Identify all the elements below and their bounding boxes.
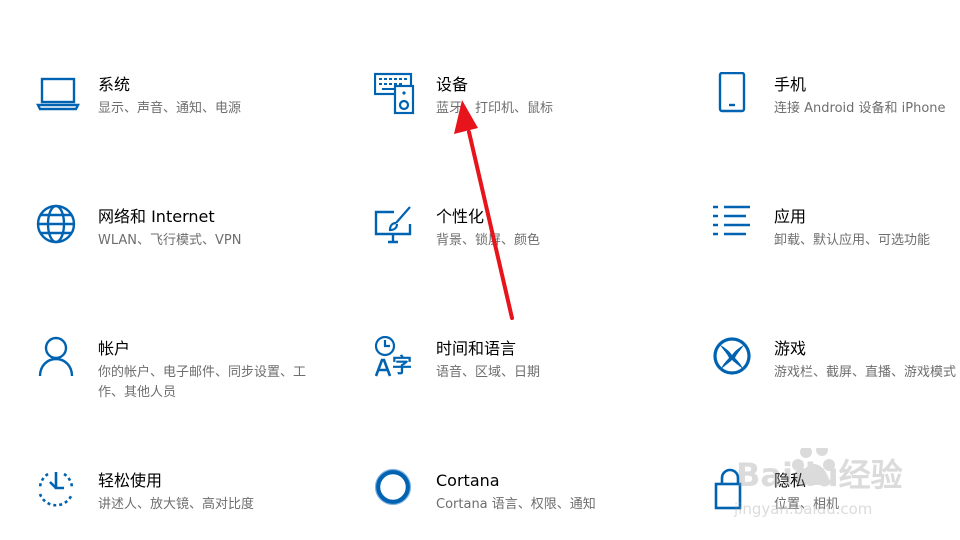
- svg-text:字: 字: [392, 353, 412, 377]
- tile-title: 时间和语言: [436, 339, 517, 358]
- tile-title: 轻松使用: [98, 471, 163, 490]
- tile-title: 隐私: [774, 471, 807, 490]
- phone-icon: [712, 72, 756, 116]
- tile-title: 系统: [98, 75, 131, 94]
- tile-description: Cortana 语言、权限、通知: [436, 497, 596, 512]
- xbox-icon: [712, 336, 756, 380]
- settings-tile-devices[interactable]: 设备 蓝牙、打印机、鼠标: [374, 72, 674, 132]
- settings-tile-accounts[interactable]: 帐户 你的帐户、电子邮件、同步设置、工作、其他人员: [36, 336, 336, 406]
- settings-tile-network[interactable]: 网络和 Internet WLAN、飞行模式、VPN: [36, 204, 336, 264]
- tile-title: 帐户: [98, 339, 131, 358]
- tile-description: 蓝牙、打印机、鼠标: [436, 101, 554, 116]
- tile-title: 手机: [774, 75, 807, 94]
- tile-title: 网络和 Internet: [98, 207, 215, 226]
- tile-description: 语音、区域、日期: [436, 365, 541, 380]
- tile-description: 显示、声音、通知、电源: [98, 101, 242, 116]
- tile-description: 卸载、默认应用、可选功能: [774, 233, 931, 248]
- keyboard-speaker-icon: [374, 72, 418, 116]
- tile-description: WLAN、飞行模式、VPN: [98, 233, 242, 248]
- person-icon: [36, 336, 80, 380]
- settings-tile-system[interactable]: 系统 显示、声音、通知、电源: [36, 72, 336, 132]
- globe-icon: [36, 204, 80, 248]
- tile-title: 个性化: [436, 207, 485, 226]
- tile-title: Cortana: [436, 471, 500, 490]
- time-language-icon: 字: [374, 336, 418, 380]
- tile-description: 讲述人、放大镜、高对比度: [98, 497, 255, 512]
- settings-tile-phone[interactable]: 手机 连接 Android 设备和 iPhone: [712, 72, 960, 132]
- tile-description: 位置、相机: [774, 497, 840, 512]
- tile-title: 设备: [436, 75, 469, 94]
- tile-title: 游戏: [774, 339, 807, 358]
- settings-tile-apps[interactable]: 应用 卸载、默认应用、可选功能: [712, 204, 960, 264]
- tile-title: 应用: [774, 207, 807, 226]
- tile-description: 背景、锁屏、颜色: [436, 233, 541, 248]
- laptop-icon: [36, 72, 80, 116]
- settings-tile-cortana[interactable]: Cortana Cortana 语言、权限、通知: [374, 468, 674, 528]
- settings-tile-time-language[interactable]: 字 时间和语言 语音、区域、日期: [374, 336, 674, 396]
- ease-of-access-icon: [36, 468, 80, 512]
- settings-tile-privacy[interactable]: 隐私 位置、相机: [712, 468, 960, 528]
- settings-tile-ease-of-access[interactable]: 轻松使用 讲述人、放大镜、高对比度: [36, 468, 336, 528]
- paint-monitor-icon: [374, 204, 418, 248]
- settings-tile-gaming[interactable]: 游戏 游戏栏、截屏、直播、游戏模式: [712, 336, 960, 396]
- cortana-icon: [374, 468, 418, 512]
- apps-list-icon: [712, 204, 756, 248]
- tile-description: 游戏栏、截屏、直播、游戏模式: [774, 365, 957, 380]
- lock-icon: [712, 468, 756, 512]
- tile-description: 连接 Android 设备和 iPhone: [774, 101, 946, 116]
- settings-tile-personalization[interactable]: 个性化 背景、锁屏、颜色: [374, 204, 674, 264]
- tile-description: 你的帐户、电子邮件、同步设置、工作、其他人员: [98, 365, 307, 400]
